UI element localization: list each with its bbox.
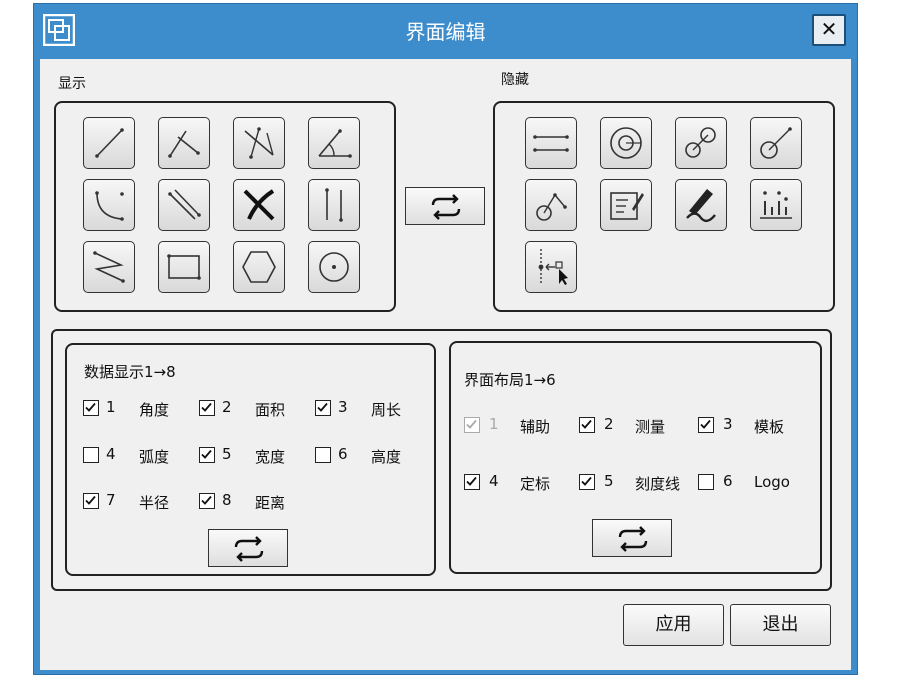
checkbox-1[interactable] — [83, 400, 99, 416]
checkbox-number: 3 — [723, 415, 733, 433]
checkbox-4[interactable] — [83, 447, 99, 463]
checkbox-3[interactable] — [315, 400, 331, 416]
checkbox-label: 刻度线 — [635, 475, 681, 493]
rectangle-icon[interactable] — [158, 241, 210, 293]
checkbox-8[interactable] — [199, 493, 215, 509]
title-bar: 界面编辑 ✕ — [34, 4, 857, 59]
swap-arrows-icon — [431, 194, 461, 220]
checkbox-label: 面积 — [255, 401, 286, 419]
checkbox-number: 4 — [489, 472, 499, 490]
checkbox-label: 模板 — [754, 418, 785, 436]
circle-center-icon[interactable] — [308, 241, 360, 293]
checkbox-label: 周长 — [371, 401, 402, 419]
text-annotation-icon[interactable] — [600, 179, 652, 231]
window-title: 界面编辑 — [405, 20, 486, 44]
check-icon — [700, 419, 711, 429]
checkbox-6[interactable] — [698, 474, 714, 490]
circle-branch-icon[interactable] — [525, 179, 577, 231]
checkbox-label: 测量 — [635, 418, 666, 436]
check-icon — [201, 402, 212, 412]
checkbox-number: 5 — [222, 445, 232, 463]
interface-layout-title: 界面布局1→6 — [464, 371, 556, 389]
check-icon — [85, 495, 96, 505]
line-tool-icon[interactable] — [83, 117, 135, 169]
checkbox-label: 高度 — [371, 448, 402, 466]
checkbox-2[interactable] — [579, 417, 595, 433]
interface-edit-window: 界面编辑 ✕ 显示 隐藏 数据显示1→8 1 角度 2 面积 3 周长 4 弧度… — [33, 3, 858, 675]
vertical-parallel-icon[interactable] — [308, 179, 360, 231]
checkbox-label: 角度 — [139, 401, 170, 419]
check-icon — [317, 402, 328, 412]
checkbox-3[interactable] — [698, 417, 714, 433]
hexagon-icon[interactable] — [233, 241, 285, 293]
apply-button[interactable]: 应用 — [623, 604, 724, 646]
show-label: 显示 — [58, 76, 86, 92]
checkbox-number: 5 — [604, 472, 614, 490]
zigzag-line-icon[interactable] — [83, 241, 135, 293]
interface-layout-group: 界面布局1→6 1 辅助 2 测量 3 模板 4 定标 5 刻度线 6 Logo — [449, 341, 822, 574]
check-icon — [581, 419, 592, 429]
checkbox-label: 定标 — [520, 475, 551, 493]
dialog-body: 显示 隐藏 数据显示1→8 1 角度 2 面积 3 周长 4 弧度 5 宽度 6… — [40, 59, 851, 670]
checkbox-number: 2 — [222, 398, 232, 416]
checkbox-1 — [464, 417, 480, 433]
checkbox-number: 1 — [106, 398, 116, 416]
bar-chart-icon[interactable] — [750, 179, 802, 231]
swap-arrows-icon — [234, 536, 264, 562]
two-circle-link-icon[interactable] — [675, 117, 727, 169]
arc-three-point-icon[interactable] — [83, 179, 135, 231]
circle-line-icon[interactable] — [750, 117, 802, 169]
checkbox-number: 7 — [106, 491, 116, 509]
two-line-angle-icon[interactable] — [158, 117, 210, 169]
checkbox-number: 1 — [489, 415, 499, 433]
curve-cross-icon[interactable] — [233, 179, 285, 231]
data-display-title: 数据显示1→8 — [84, 363, 176, 381]
concentric-circle-icon[interactable] — [600, 117, 652, 169]
parallel-line-icon[interactable] — [158, 179, 210, 231]
exit-button[interactable]: 退出 — [730, 604, 831, 646]
hide-panel — [493, 101, 835, 312]
check-icon — [466, 476, 477, 486]
interface-layout-toggle-button[interactable] — [592, 519, 672, 557]
data-display-group: 数据显示1→8 1 角度 2 面积 3 周长 4 弧度 5 宽度 6 高度 7 半径 8 距离 — [65, 343, 436, 576]
checkbox-label: 距离 — [255, 494, 286, 512]
checkbox-number: 3 — [338, 398, 348, 416]
checkbox-number: 6 — [723, 472, 733, 490]
transfer-swap-button[interactable] — [405, 187, 485, 225]
checkbox-label: 辅助 — [520, 418, 551, 436]
crossed-distance-icon[interactable] — [233, 117, 285, 169]
checkbox-4[interactable] — [464, 474, 480, 490]
check-icon — [581, 476, 592, 486]
checkbox-label: 宽度 — [255, 448, 286, 466]
checkbox-7[interactable] — [83, 493, 99, 509]
checkbox-label: 半径 — [139, 494, 170, 512]
show-panel — [54, 101, 396, 312]
hide-label: 隐藏 — [501, 72, 529, 88]
pencil-draw-icon[interactable] — [675, 179, 727, 231]
checkbox-number: 4 — [106, 445, 116, 463]
check-icon — [85, 402, 96, 412]
checkbox-label: Logo — [754, 473, 790, 491]
checkbox-number: 8 — [222, 491, 232, 509]
checkbox-number: 2 — [604, 415, 614, 433]
double-line-icon[interactable] — [525, 117, 577, 169]
checkbox-6[interactable] — [315, 447, 331, 463]
data-display-toggle-button[interactable] — [208, 529, 288, 567]
check-icon — [201, 449, 212, 459]
checkbox-number: 6 — [338, 445, 348, 463]
angle-arc-icon[interactable] — [308, 117, 360, 169]
checkbox-5[interactable] — [579, 474, 595, 490]
swap-arrows-icon — [618, 526, 648, 552]
settings-panel: 数据显示1→8 1 角度 2 面积 3 周长 4 弧度 5 宽度 6 高度 7 半径 8 距离 界面布局1→6… — [51, 329, 832, 591]
checkbox-5[interactable] — [199, 447, 215, 463]
checkbox-2[interactable] — [199, 400, 215, 416]
check-icon — [466, 419, 477, 429]
close-button[interactable]: ✕ — [812, 14, 846, 46]
point-cursor-icon[interactable] — [525, 241, 577, 293]
check-icon — [201, 495, 212, 505]
checkbox-label: 弧度 — [139, 448, 170, 466]
